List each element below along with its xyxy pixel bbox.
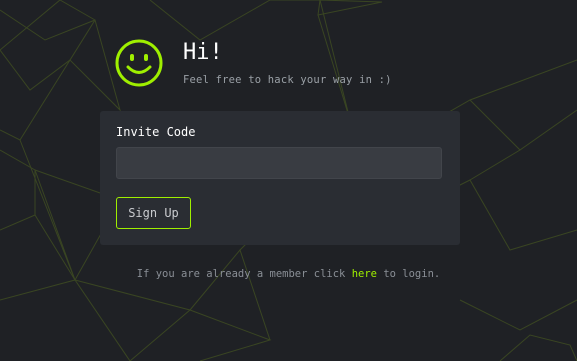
login-prompt: If you are already a member click here t… <box>0 267 577 281</box>
header: Hi! Feel free to hack your way in :) <box>114 38 392 88</box>
login-prompt-text-before: If you are already a member click <box>136 268 352 280</box>
smiley-icon <box>115 39 163 87</box>
login-link[interactable]: here <box>352 268 377 280</box>
invite-code-input[interactable] <box>116 147 442 179</box>
invite-code-label: Invite Code <box>116 125 196 139</box>
greeting-subtitle: Feel free to hack your way in :) <box>183 74 392 86</box>
login-prompt-text-after: to login. <box>377 268 441 280</box>
sign-up-button[interactable]: Sign Up <box>116 197 191 229</box>
signup-card: Invite Code Sign Up <box>100 111 460 245</box>
greeting-title: Hi! <box>183 40 223 65</box>
